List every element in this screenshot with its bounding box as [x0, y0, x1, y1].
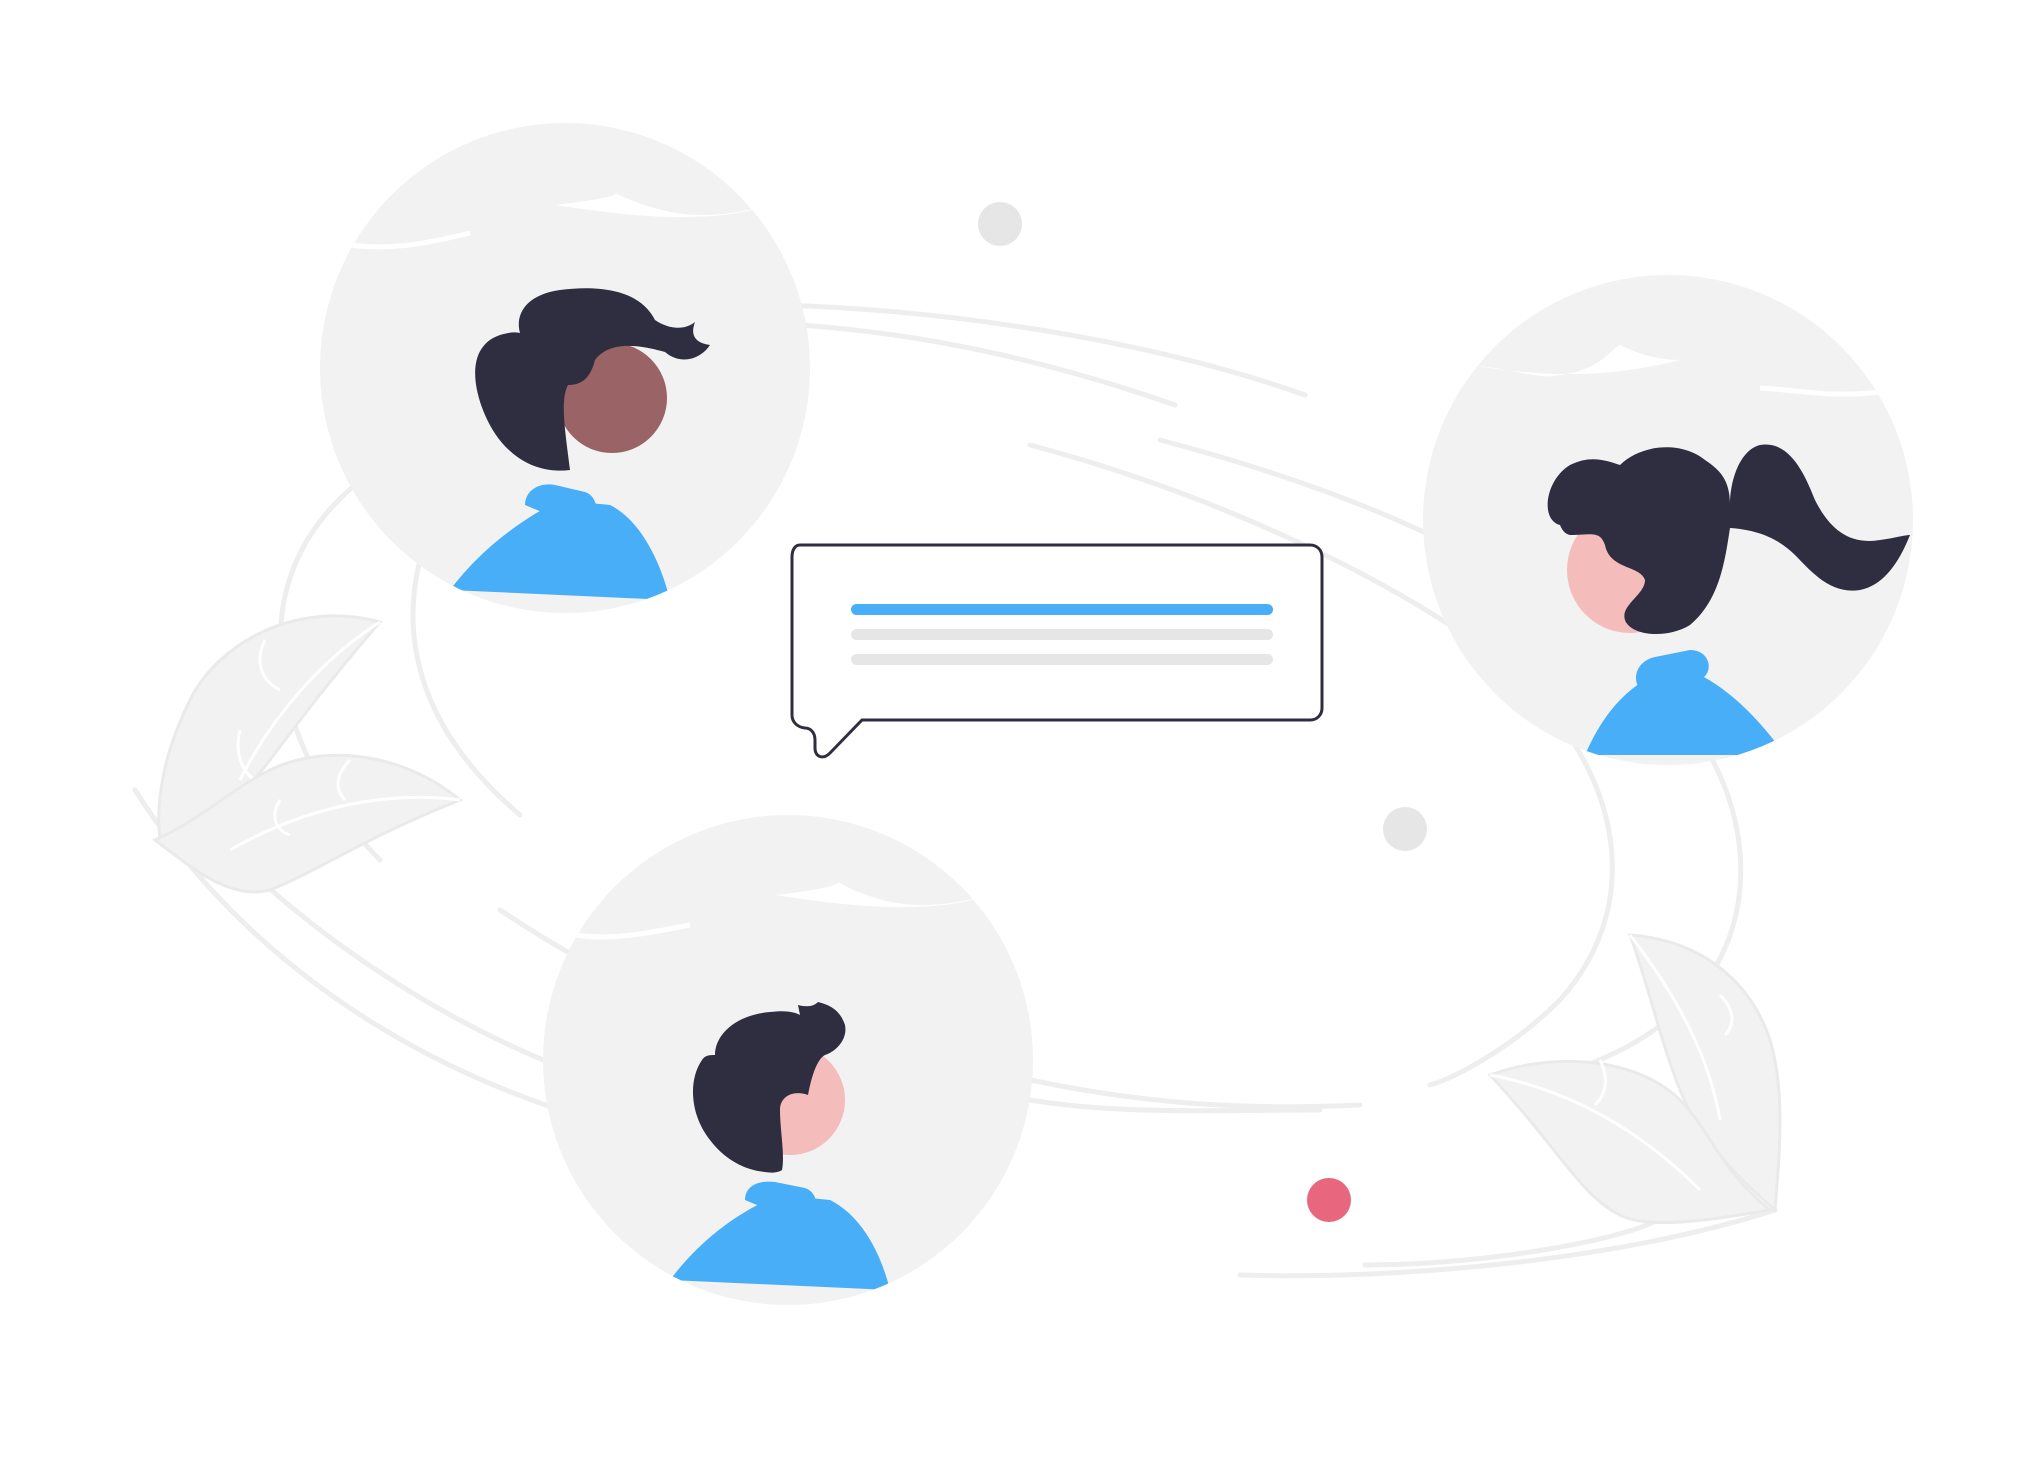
avatar-top-left: [320, 123, 810, 613]
orbit-line: [1027, 1077, 1363, 1110]
orbit-line: [797, 322, 1178, 408]
message-line-placeholder: [851, 654, 1273, 665]
message-line-placeholder: [851, 629, 1273, 640]
decorative-dot: [978, 202, 1022, 246]
message-line-accent: [851, 604, 1273, 615]
decorative-dot: [1383, 807, 1427, 851]
collaboration-illustration: [132, 123, 1913, 1305]
avatar-right: [1423, 275, 1913, 765]
illustration-stage: [0, 0, 2044, 1458]
orbit-line: [1362, 1215, 1663, 1268]
notification-dot: [1307, 1178, 1351, 1222]
message-bubble-outline: [790, 543, 1324, 759]
chat-bubble-icon: [790, 543, 1324, 759]
orbit-line: [777, 302, 1308, 398]
avatar-bottom: [543, 815, 1033, 1305]
